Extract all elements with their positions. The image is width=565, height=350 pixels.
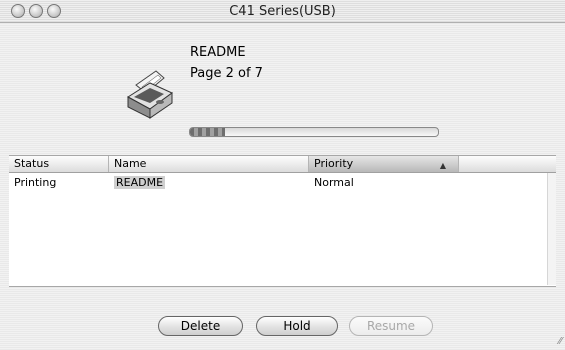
title-bar[interactable]: C41 Series(USB) xyxy=(0,0,565,23)
table-row[interactable]: Printing README Normal xyxy=(9,175,549,191)
list-header: Status Name Priority ▲ xyxy=(9,156,556,173)
resize-grip-icon[interactable]: ⁄⁄ xyxy=(559,336,562,347)
job-list[interactable]: Status Name Priority ▲ Printing README N… xyxy=(9,155,556,287)
window-title: C41 Series(USB) xyxy=(229,4,336,19)
progress-fill xyxy=(190,128,225,136)
column-header-status[interactable]: Status xyxy=(9,156,109,172)
print-queue-window: C41 Series(USB) README Page 2 of 7 Statu… xyxy=(0,0,565,350)
vertical-scrollbar[interactable] xyxy=(547,173,556,285)
row-status: Printing xyxy=(14,176,57,189)
column-header-priority-label: Priority xyxy=(314,157,354,170)
row-priority: Normal xyxy=(314,176,354,189)
printer-icon xyxy=(120,63,180,123)
column-header-priority[interactable]: Priority ▲ xyxy=(309,156,459,172)
delete-button[interactable]: Delete xyxy=(158,316,243,336)
sort-ascending-icon: ▲ xyxy=(439,161,446,170)
document-name: README xyxy=(190,45,246,60)
row-name: README xyxy=(114,176,166,189)
hold-button[interactable]: Hold xyxy=(256,316,338,336)
page-progress-text: Page 2 of 7 xyxy=(190,66,263,81)
job-info-panel: README Page 2 of 7 xyxy=(0,23,565,145)
row-name-cell: README xyxy=(109,175,309,191)
resume-button[interactable]: Resume xyxy=(349,316,433,336)
column-header-name[interactable]: Name xyxy=(109,156,309,172)
print-progress-bar xyxy=(189,127,439,137)
